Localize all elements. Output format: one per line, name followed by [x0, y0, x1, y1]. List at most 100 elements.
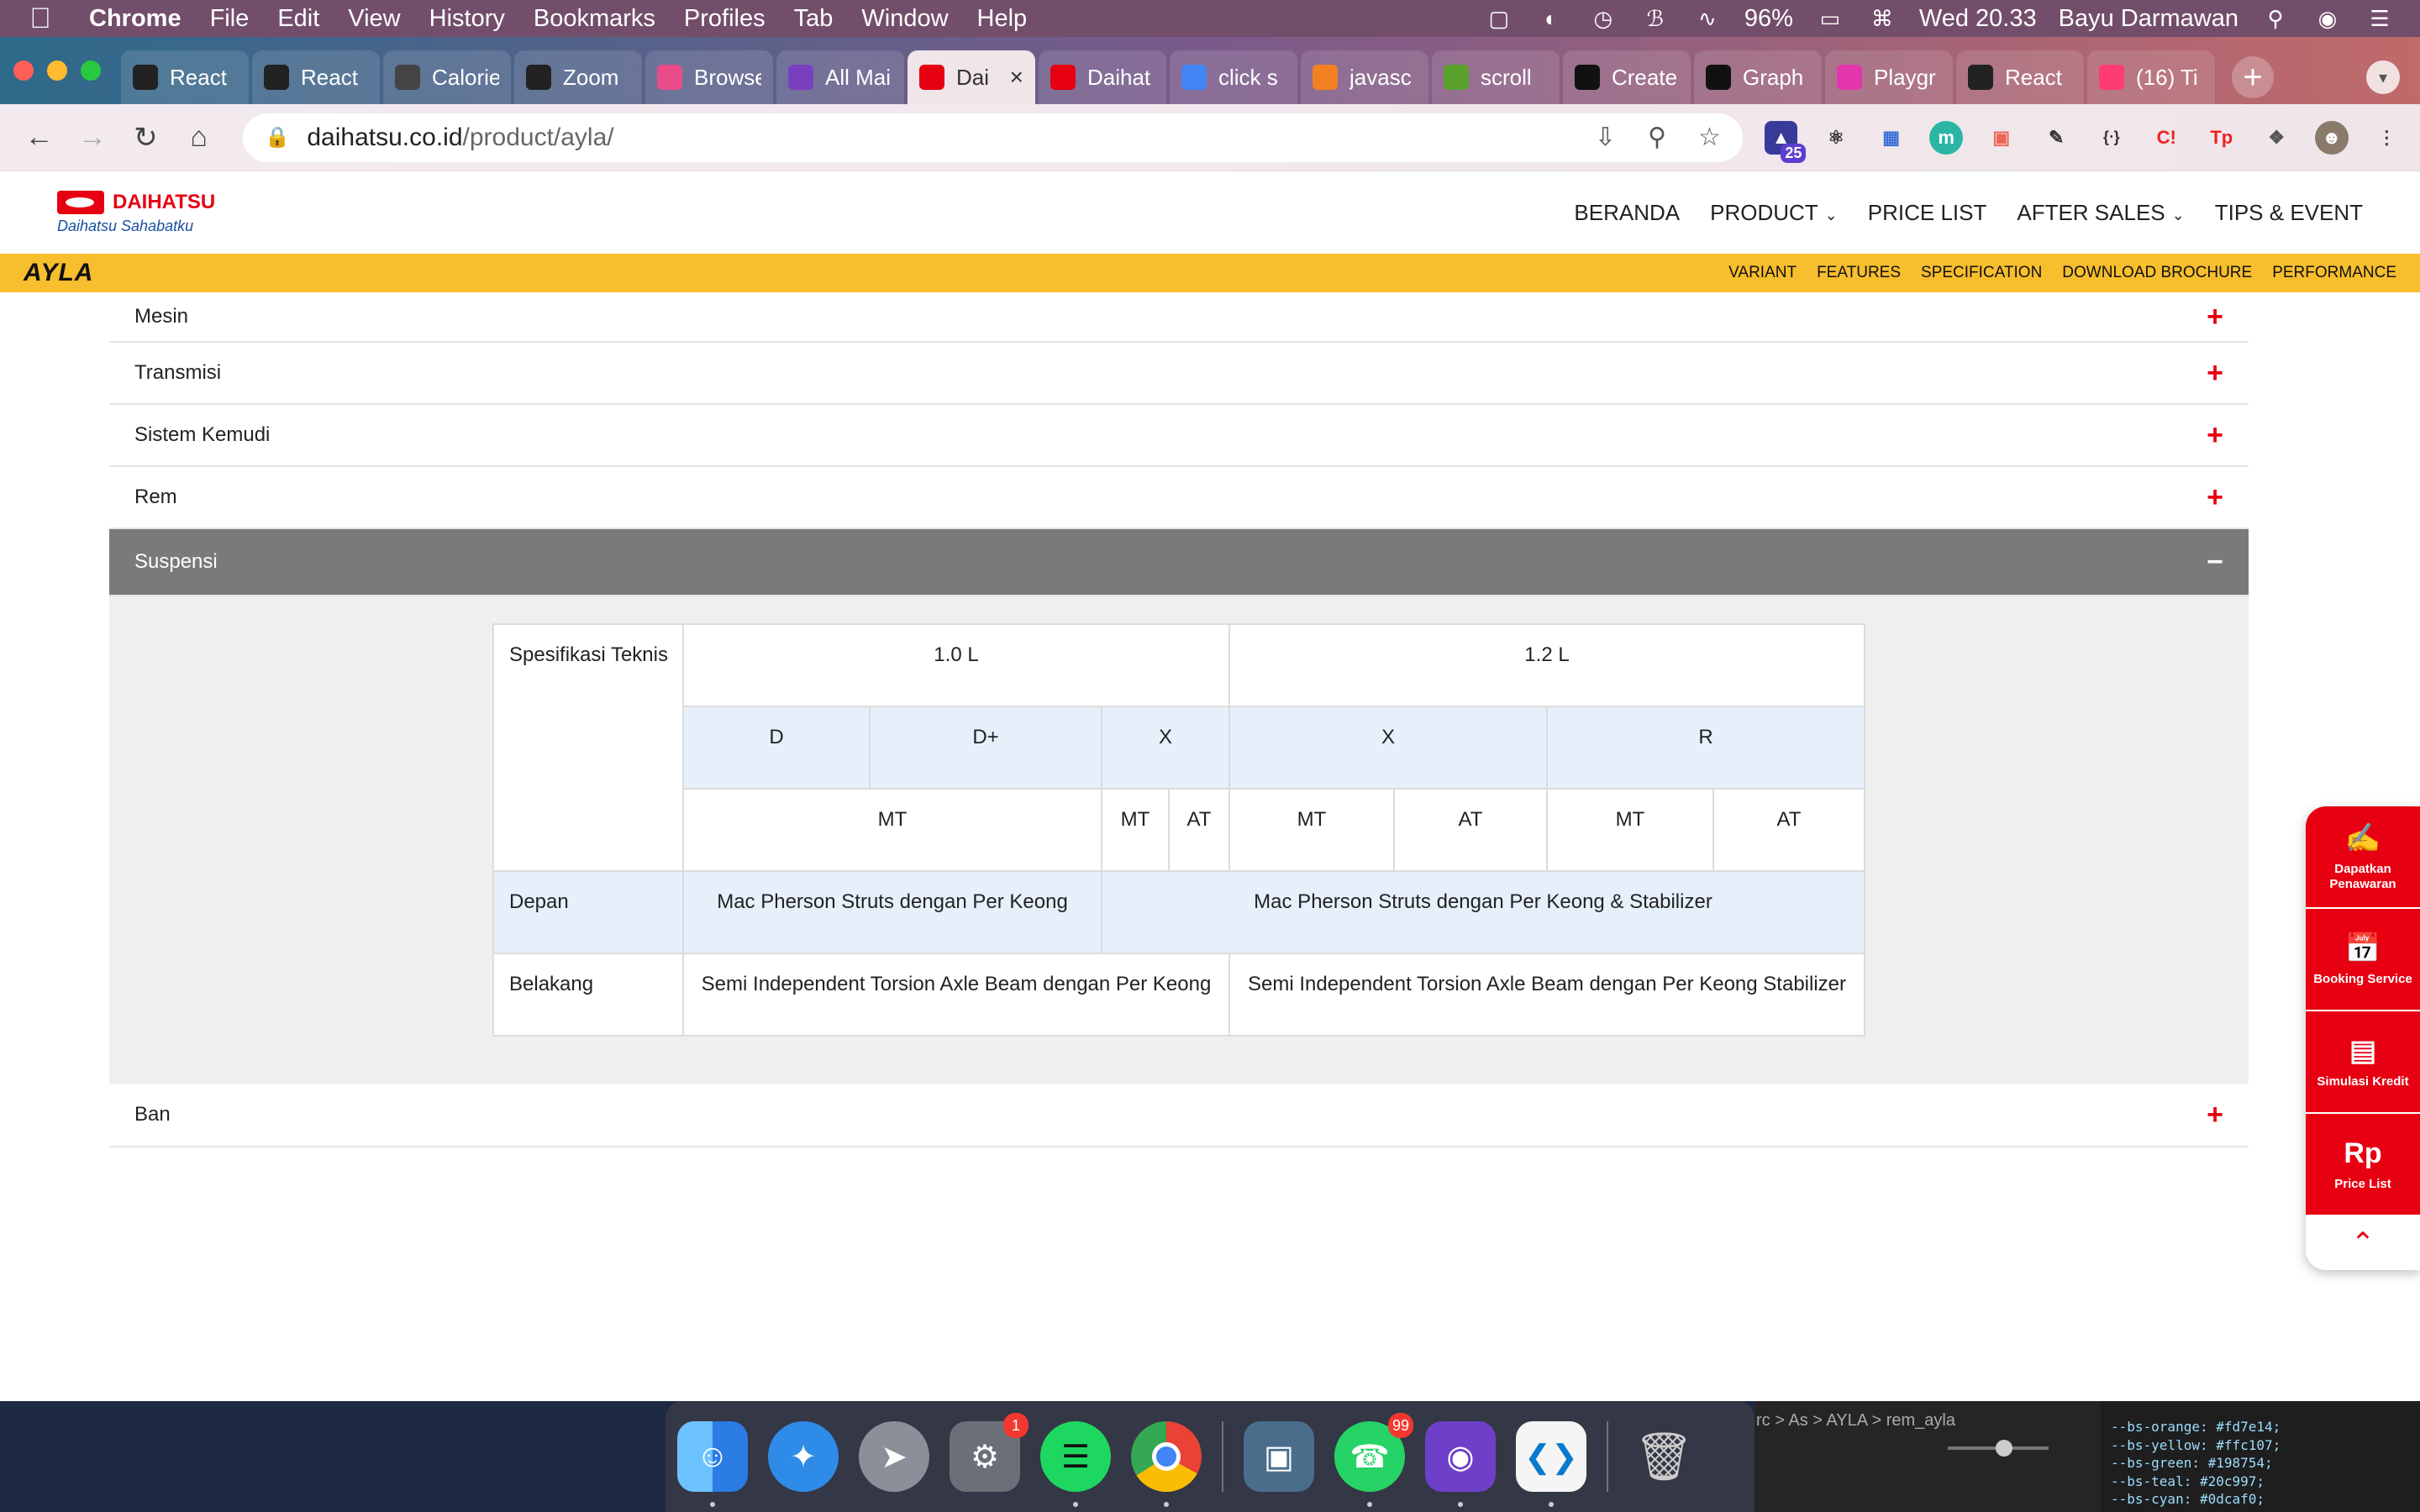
browser-tab[interactable]: scroll	[1432, 50, 1560, 104]
close-tab-icon[interactable]: ×	[1010, 64, 1023, 91]
address-bar[interactable]: 🔒 daihatsu.co.id/product/ayla/ ⇩ ⚲ ☆	[243, 113, 1743, 162]
menu-history[interactable]: History	[429, 5, 505, 33]
browser-tab[interactable]: Graph	[1694, 50, 1822, 104]
react-devtools-icon[interactable]: ⚛	[1819, 121, 1853, 155]
display-icon[interactable]: ▢	[1484, 6, 1514, 31]
chrome-menu-icon[interactable]: ⋮	[2370, 121, 2404, 155]
back-arrow-icon[interactable]: ←	[17, 115, 61, 160]
menu-file[interactable]: File	[210, 5, 250, 33]
browser-tab[interactable]: Playgr	[1825, 50, 1953, 104]
lock-icon[interactable]: 🔒	[265, 125, 290, 150]
tp-extension-icon[interactable]: Tp	[2205, 121, 2238, 155]
browser-tab[interactable]: React	[1956, 50, 2084, 104]
price-list-button[interactable]: Rp Price List	[2306, 1114, 2420, 1216]
daihatsu-logo[interactable]: DAIHATSU Daihatsu Sahabatku	[57, 190, 215, 235]
menu-app-name[interactable]: Chrome	[89, 5, 182, 33]
spotify-icon[interactable]: ☰	[1040, 1421, 1111, 1507]
simulasi-kredit-button[interactable]: ▤ Simulasi Kredit	[2306, 1011, 2420, 1114]
finder-icon[interactable]: ☺	[677, 1421, 748, 1507]
browser-tab[interactable]: Dai ×	[908, 50, 1035, 104]
subnav-download-brochure[interactable]: DOWNLOAD BROCHURE	[2062, 264, 2252, 282]
zoom-icon[interactable]: ⚲	[1648, 123, 1666, 152]
browser-tab[interactable]: All Mai	[776, 50, 904, 104]
nav-after-sales[interactable]: AFTER SALES ⌄	[2017, 200, 2184, 226]
table-extension-icon[interactable]: ▦	[1875, 121, 1908, 155]
slider-knob[interactable]	[1996, 1440, 2012, 1457]
browser-tab[interactable]: Calorie	[383, 50, 511, 104]
menu-tab[interactable]: Tab	[794, 5, 834, 33]
accordion-suspensi[interactable]: Suspensi −	[109, 529, 2249, 596]
safari-icon[interactable]: ✦	[768, 1421, 839, 1492]
accordion-transmisi[interactable]: Transmisi +	[109, 343, 2249, 405]
m-extension-icon[interactable]: m	[1929, 120, 1963, 155]
keyboard-icon[interactable]: ⌘	[1867, 6, 1897, 31]
menu-bookmarks[interactable]: Bookmarks	[534, 5, 655, 33]
zoom-window-button[interactable]	[81, 60, 101, 81]
browser-tab[interactable]: click s	[1170, 50, 1297, 104]
tab-search-button[interactable]: ▾	[2366, 60, 2400, 94]
menu-window[interactable]: Window	[861, 5, 948, 33]
dapatkan-penawaran-button[interactable]: ✍ Dapatkan Penawaran	[2306, 806, 2420, 909]
menubar-user[interactable]: Bayu Darmawan	[2059, 5, 2238, 33]
menu-edit[interactable]: Edit	[277, 5, 319, 33]
whatsapp-icon[interactable]: ☎ 99	[1334, 1413, 1413, 1507]
accordion-mesin[interactable]: Mesin +	[109, 292, 2249, 343]
nav-beranda[interactable]: BERANDA	[1574, 200, 1680, 226]
time-machine-icon[interactable]: ◷	[1588, 6, 1618, 31]
launchpad-icon[interactable]: ➤	[859, 1421, 929, 1492]
browser-tab[interactable]: Create	[1563, 50, 1691, 104]
menu-view[interactable]: View	[348, 5, 400, 33]
battery-icon[interactable]: ▭	[1815, 6, 1845, 31]
subnav-features[interactable]: FEATURES	[1817, 264, 1901, 282]
menu-profiles[interactable]: Profiles	[684, 5, 765, 33]
browser-tab[interactable]: javasc	[1301, 50, 1428, 104]
browser-tab[interactable]: React	[252, 50, 380, 104]
subnav-performance[interactable]: PERFORMANCE	[2272, 264, 2396, 282]
subnav-variant[interactable]: VARIANT	[1728, 264, 1797, 282]
editor-slider[interactable]	[1948, 1440, 2049, 1457]
siri-icon[interactable]: ◉	[2312, 6, 2343, 31]
eyedropper-icon[interactable]: ✎	[2039, 121, 2073, 155]
puzzle-extensions-icon[interactable]: ❖	[2260, 121, 2294, 155]
forward-arrow-icon[interactable]: →	[70, 115, 114, 160]
spotlight-search-icon[interactable]: ⚲	[2260, 6, 2291, 31]
nav-tips-event[interactable]: TIPS & EVENT	[2215, 200, 2363, 226]
new-tab-button[interactable]: +	[2232, 56, 2274, 98]
browser-tab[interactable]: React	[121, 50, 249, 104]
control-center-icon[interactable]: ☰	[2365, 6, 2395, 31]
close-window-button[interactable]	[13, 60, 34, 81]
system-preferences-icon[interactable]: ⚙ 1	[950, 1413, 1028, 1492]
home-icon[interactable]: ⌂	[176, 115, 221, 160]
menubar-clock[interactable]: Wed 20.33	[1919, 5, 2037, 33]
bluetooth-icon[interactable]: ℬ	[1640, 6, 1670, 31]
minimize-window-button[interactable]	[47, 60, 67, 81]
calendar-extension-icon[interactable]: ▣	[1985, 121, 2018, 155]
gauge-icon[interactable]: ◐	[1536, 6, 1566, 31]
menu-help[interactable]: Help	[977, 5, 1028, 33]
apple-icon[interactable]: 	[25, 3, 55, 35]
ayla-logo[interactable]: AYLA	[24, 259, 93, 287]
install-app-icon[interactable]: ⇩	[1595, 123, 1616, 152]
chrome-icon[interactable]	[1131, 1421, 1202, 1507]
nav-product[interactable]: PRODUCT ⌄	[1710, 200, 1838, 226]
trash-icon[interactable]: 🗑	[1628, 1421, 1699, 1492]
extension-graduation-icon[interactable]: ▲ 25	[1764, 120, 1807, 163]
scroll-up-chevron-icon[interactable]: ⌃	[2306, 1216, 2420, 1270]
booking-service-button[interactable]: 📅 Booking Service	[2306, 909, 2420, 1011]
profile-avatar[interactable]: ☻	[2315, 120, 2349, 155]
accordion-ban[interactable]: Ban +	[109, 1084, 2249, 1147]
accordion-sistem-kemudi[interactable]: Sistem Kemudi +	[109, 405, 2249, 467]
browser-tab[interactable]: Browse	[645, 50, 773, 104]
browser-tab[interactable]: (16) Ti	[2087, 50, 2215, 104]
reload-icon[interactable]: ↻	[124, 115, 168, 160]
bookmark-star-icon[interactable]: ☆	[1698, 123, 1721, 152]
nav-price-list[interactable]: PRICE LIST	[1868, 200, 1987, 226]
browser-tab[interactable]: Daihat	[1039, 50, 1166, 104]
preview-icon[interactable]: ▣	[1244, 1421, 1314, 1492]
c-extension-icon[interactable]: C!	[2150, 121, 2184, 155]
browser-tab[interactable]: Zoom	[514, 50, 642, 104]
subnav-specification[interactable]: SPECIFICATION	[1921, 264, 2042, 282]
vscode-icon[interactable]: ❮❯	[1516, 1421, 1586, 1507]
github-desktop-icon[interactable]: ◉	[1425, 1421, 1496, 1507]
json-extension-icon[interactable]: {⋅}	[2095, 121, 2128, 155]
